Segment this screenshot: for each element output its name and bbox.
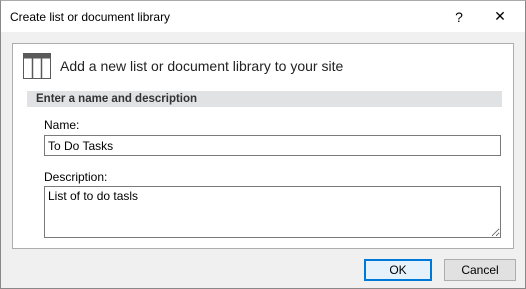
panel-header: Add a new list or document library to yo… xyxy=(23,52,343,80)
description-label: Description: xyxy=(44,170,108,184)
content-panel: Add a new list or document library to yo… xyxy=(12,43,514,249)
section-header: Enter a name and description xyxy=(27,91,502,107)
name-label: Name: xyxy=(44,118,80,132)
panel-heading: Add a new list or document library to yo… xyxy=(60,58,344,74)
ok-button[interactable]: OK xyxy=(364,259,432,281)
description-input[interactable]: List of to do tasls xyxy=(44,186,501,238)
title-bar: Create list or document library ? ✕ xyxy=(1,1,525,32)
name-input[interactable] xyxy=(44,135,501,156)
help-button[interactable]: ? xyxy=(442,1,476,32)
cancel-button[interactable]: Cancel xyxy=(444,259,516,281)
list-table-icon xyxy=(23,53,51,79)
dialog-title: Create list or document library xyxy=(10,10,171,24)
create-list-dialog: Create list or document library ? ✕ Add … xyxy=(0,0,526,289)
close-button[interactable]: ✕ xyxy=(483,1,517,32)
